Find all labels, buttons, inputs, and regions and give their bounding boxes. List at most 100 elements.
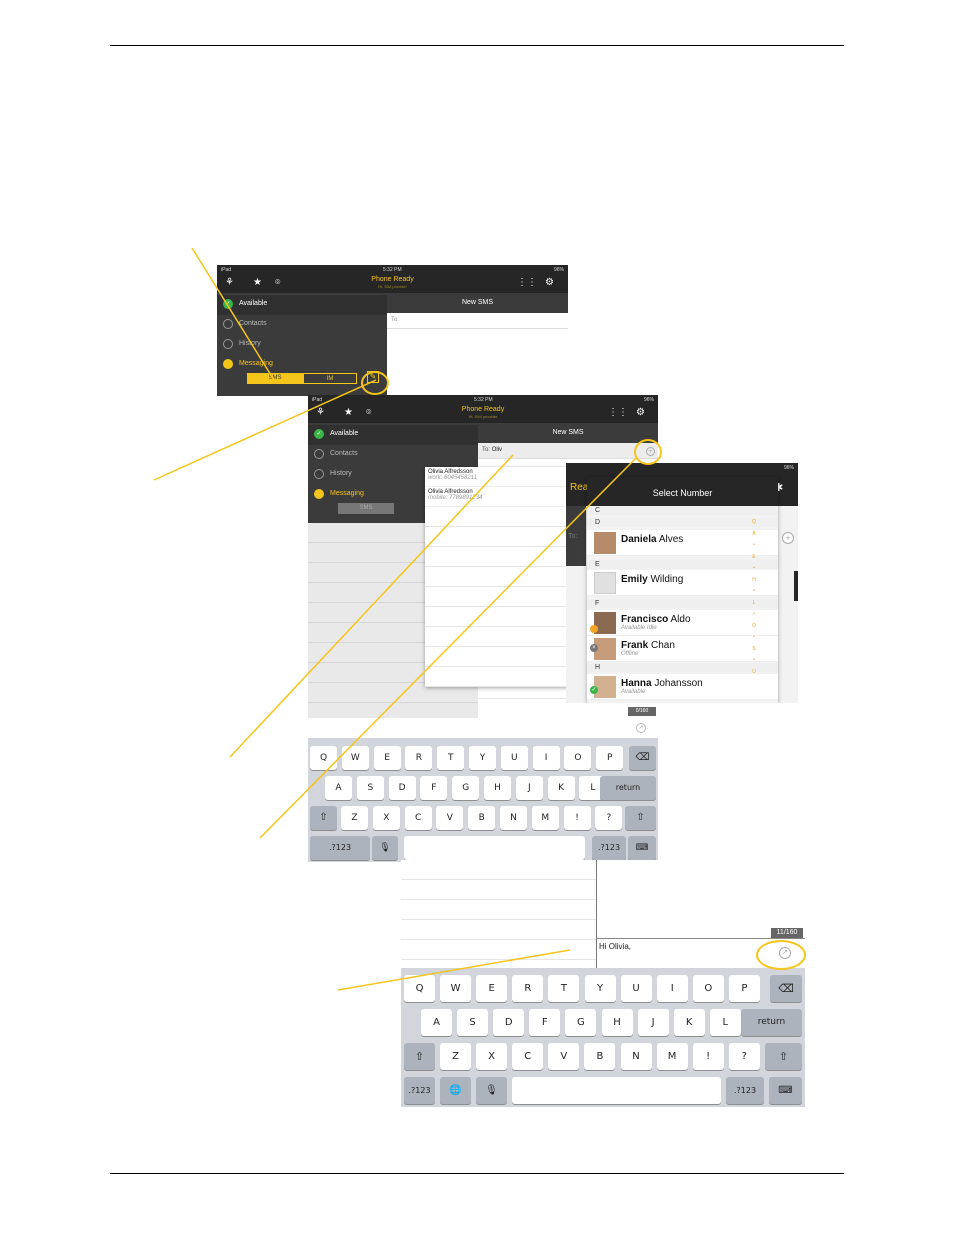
gear-icon[interactable]: ⚙ [545,277,554,288]
mic-key[interactable]: 🎙 [372,836,398,860]
key-x[interactable]: X [476,1043,508,1070]
key-g[interactable]: G [565,1009,597,1036]
key-v[interactable]: V [548,1043,580,1070]
key-g[interactable]: G [452,776,480,800]
key-l[interactable]: L [709,1009,741,1036]
key-i[interactable]: I [532,746,560,770]
sidebar-item-available[interactable]: ✓ Available [308,425,478,445]
index-letter[interactable]: L [750,598,758,610]
index-letter[interactable]: Q [750,517,758,529]
index-letter[interactable]: S [750,644,758,656]
key-question[interactable]: ? [728,1043,760,1070]
space-key[interactable] [512,1077,721,1104]
to-field[interactable]: To: [387,313,568,329]
dialpad-icon[interactable]: ⋮⋮ [517,277,537,288]
key-u[interactable]: U [620,975,652,1002]
key-c[interactable]: C [404,806,432,830]
key-x[interactable]: X [372,806,400,830]
key-a[interactable]: A [421,1009,452,1036]
key-z[interactable]: Z [341,806,368,830]
key-s[interactable]: S [356,776,384,800]
key-o[interactable]: O [564,746,592,770]
shift-key-right[interactable]: ⇧ [625,806,656,830]
key-v[interactable]: V [436,806,464,830]
key-z[interactable]: Z [440,1043,471,1070]
sidebar-item-contacts[interactable]: Contacts [308,445,478,465]
key-p[interactable]: P [728,975,760,1002]
sidebar-item-history[interactable]: History [217,335,387,355]
key-d[interactable]: D [388,776,416,800]
key-b[interactable]: B [468,806,496,830]
im-segment[interactable]: IM [303,373,357,384]
index-letter[interactable]: • [750,586,758,598]
key-s[interactable]: S [457,1009,489,1036]
index-letter[interactable]: E [750,552,758,564]
key-f[interactable]: F [529,1009,561,1036]
key-h[interactable]: H [484,776,511,800]
key-j[interactable]: J [637,1009,669,1036]
delete-key[interactable]: ⌫ [770,975,802,1002]
index-letter[interactable]: H [750,575,758,587]
key-h[interactable]: H [601,1009,633,1036]
sms-segment[interactable]: SMS [247,373,303,384]
shift-key-left[interactable]: ⇧ [310,806,337,830]
index-letter[interactable]: U [750,667,758,679]
space-key[interactable] [404,836,585,860]
return-key[interactable]: return [741,1009,802,1036]
key-e[interactable]: E [476,975,508,1002]
key-d[interactable]: D [493,1009,525,1036]
index-letter[interactable]: O [750,621,758,633]
key-question[interactable]: ? [595,806,623,830]
sidebar-item-messaging[interactable]: Messaging SMS IM ✎ [217,355,387,395]
key-b[interactable]: B [584,1043,616,1070]
key-j[interactable]: J [515,776,543,800]
gear-icon[interactable]: ⚙ [636,407,645,418]
sidebar-item-contacts[interactable]: Contacts [217,315,387,335]
key-u[interactable]: U [500,746,528,770]
key-w[interactable]: W [440,975,472,1002]
index-letter[interactable]: • [750,563,758,575]
key-q[interactable]: Q [404,975,435,1002]
shift-key-right[interactable]: ⇧ [765,1043,802,1070]
key-r[interactable]: R [405,746,433,770]
send-icon[interactable]: ➚ [636,723,646,733]
globe-key[interactable]: 🌐 [440,1077,471,1104]
numbers-key-left[interactable]: .?123 [310,836,370,860]
key-t[interactable]: T [437,746,465,770]
key-f[interactable]: F [420,776,448,800]
key-o[interactable]: O [692,975,724,1002]
return-key[interactable]: return [600,776,656,800]
index-letter[interactable]: A [750,529,758,541]
sidebar-item-available[interactable]: ✓ Available [217,295,387,315]
key-exclamation[interactable]: ! [563,806,591,830]
key-r[interactable]: R [512,975,544,1002]
key-i[interactable]: I [656,975,688,1002]
key-n[interactable]: N [620,1043,652,1070]
hide-keyboard-key[interactable]: ⌨ [769,1077,802,1104]
key-m[interactable]: M [531,806,559,830]
shift-key-left[interactable]: ⇧ [404,1043,435,1070]
key-m[interactable]: M [656,1043,688,1070]
index-letter[interactable]: • [750,609,758,621]
key-a[interactable]: A [325,776,352,800]
key-k[interactable]: K [673,1009,705,1036]
add-recipient-icon[interactable]: + [782,532,794,544]
key-t[interactable]: T [548,975,580,1002]
key-n[interactable]: N [500,806,527,830]
suggestion-item[interactable]: Olivia Alfredsson work: 6045458211 [425,467,570,487]
key-c[interactable]: C [512,1043,544,1070]
key-k[interactable]: K [547,776,575,800]
numbers-key-right[interactable]: .?123 [726,1077,764,1104]
mic-key[interactable]: 🎙 [476,1077,507,1104]
message-input[interactable]: Hi Olivia, [599,942,631,951]
sms-segment[interactable]: SMS [338,503,394,514]
index-letter[interactable]: • [750,655,758,667]
key-e[interactable]: E [373,746,401,770]
suggestion-item[interactable]: Olivia Alfredsson mobile: 7789891234 [425,487,570,507]
numbers-key-left[interactable]: .?123 [404,1077,435,1104]
key-p[interactable]: P [596,746,624,770]
index-letter[interactable]: • [750,632,758,644]
index-letter[interactable]: • [750,540,758,552]
to-field[interactable]: To: Oliv [478,443,658,459]
key-y[interactable]: Y [469,746,496,770]
